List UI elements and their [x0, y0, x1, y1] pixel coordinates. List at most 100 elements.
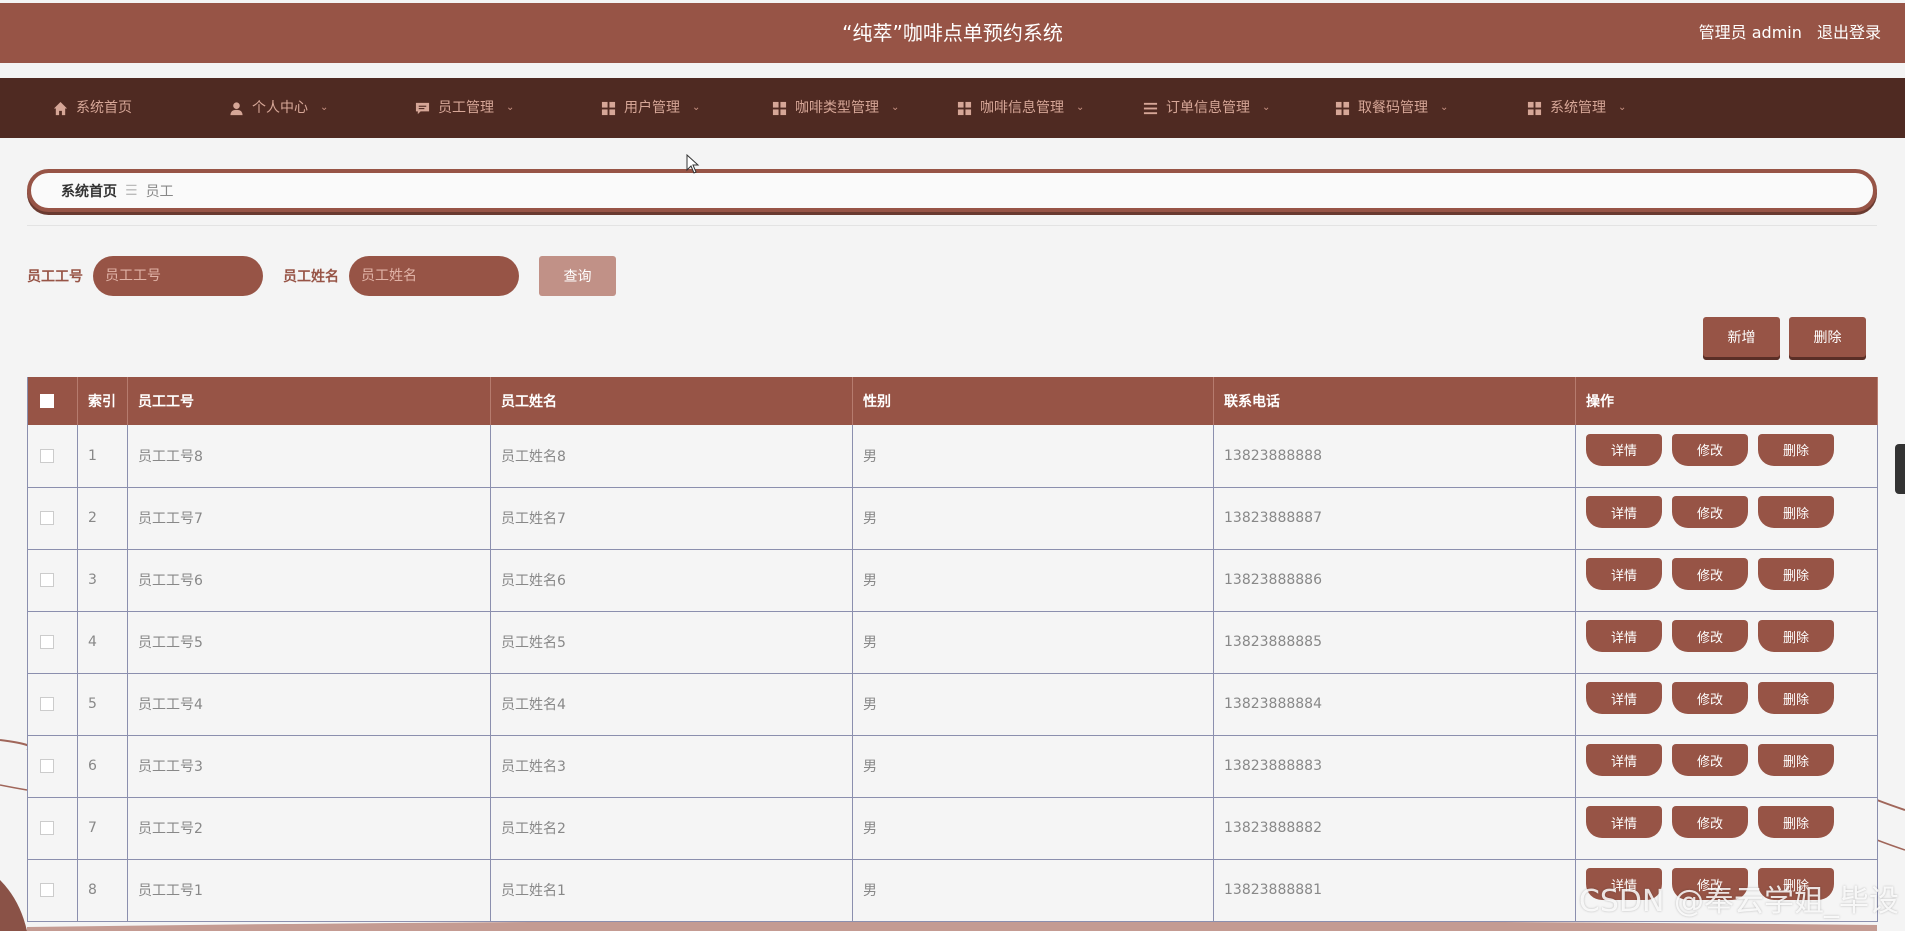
query-button[interactable]: 查询: [539, 256, 616, 296]
row-checkbox-cell: [27, 859, 78, 921]
edit-button[interactable]: 修改: [1672, 433, 1748, 466]
breadcrumb-home[interactable]: 系统首页: [61, 181, 117, 201]
row-phone: 13823888888: [1213, 425, 1576, 487]
list-icon: [1143, 102, 1158, 114]
row-delete-button[interactable]: 删除: [1758, 744, 1834, 776]
row-checkbox[interactable]: [40, 448, 54, 463]
row-phone: 13823888884: [1213, 673, 1576, 735]
app-title: “纯萃”咖啡点单预约系统: [842, 21, 1063, 45]
column-header: 联系电话: [1213, 377, 1576, 425]
row-delete-button[interactable]: 删除: [1758, 433, 1834, 466]
detail-button[interactable]: 详情: [1586, 806, 1662, 838]
row-delete-button[interactable]: 删除: [1758, 868, 1834, 900]
detail-button[interactable]: 详情: [1586, 558, 1662, 590]
row-staff-name: 员工姓名5: [490, 611, 853, 673]
row-delete-button[interactable]: 删除: [1758, 806, 1834, 838]
nav-item-home[interactable]: 系统首页: [53, 78, 132, 138]
row-checkbox-cell: [27, 735, 78, 797]
edit-button[interactable]: 修改: [1672, 620, 1748, 652]
home-icon: [53, 101, 68, 115]
edit-button[interactable]: 修改: [1672, 806, 1748, 838]
row-index: 7: [77, 797, 128, 859]
edit-button[interactable]: 修改: [1672, 682, 1748, 714]
column-header: 员工工号: [127, 377, 491, 425]
row-staff-id: 员工工号7: [127, 487, 491, 549]
nav-item-system[interactable]: 系统管理 ⌄: [1527, 78, 1626, 138]
row-gender: 男: [852, 611, 1214, 673]
detail-button[interactable]: 详情: [1586, 433, 1662, 466]
nav-item-personal[interactable]: 个人中心 ⌄: [229, 78, 328, 138]
table-row: 5 员工工号4 员工姓名4 男 13823888884 详情 修改 删除: [27, 673, 1878, 735]
chevron-down-icon: ⌄: [891, 102, 900, 113]
table-row: 6 员工工号3 员工姓名3 男 13823888883 详情 修改 删除: [27, 735, 1878, 797]
nav-item-pickup-codes[interactable]: 取餐码管理 ⌄: [1335, 78, 1448, 138]
nav-item-users[interactable]: 用户管理 ⌄: [601, 78, 700, 138]
column-header: 性别: [852, 377, 1214, 425]
logout-link[interactable]: 退出登录: [1817, 23, 1881, 42]
side-toggle-tab[interactable]: [1895, 444, 1905, 494]
table-row: 2 员工工号7 员工姓名7 男 13823888887 详情 修改 删除: [27, 487, 1878, 549]
row-index: 6: [77, 735, 128, 797]
row-checkbox[interactable]: [40, 759, 54, 773]
row-staff-id: 员工工号5: [127, 611, 491, 673]
row-actions: 详情 修改 删除: [1575, 859, 1878, 921]
detail-button[interactable]: 详情: [1586, 744, 1662, 776]
row-staff-name: 员工姓名8: [490, 425, 853, 487]
row-actions: 详情 修改 删除: [1575, 487, 1878, 549]
row-checkbox-cell: [27, 611, 78, 673]
column-header: 操作: [1575, 377, 1878, 425]
breadcrumb: 系统首页 ☰ 员工: [27, 169, 1877, 212]
row-gender: 男: [852, 425, 1214, 487]
app-header: “纯萃”咖啡点单预约系统 管理员 admin 退出登录: [0, 3, 1905, 63]
bulk-delete-button[interactable]: 删除: [1789, 317, 1866, 357]
row-actions: 详情 修改 删除: [1575, 425, 1878, 487]
table-row: 8 员工工号1 员工姓名1 男 13823888881 详情 修改 删除: [27, 859, 1878, 921]
row-index: 8: [77, 859, 128, 921]
row-checkbox[interactable]: [40, 573, 54, 587]
table-row: 1 员工工号8 员工姓名8 男 13823888888 详情 修改 删除: [27, 425, 1878, 487]
detail-button[interactable]: 详情: [1586, 620, 1662, 652]
row-checkbox[interactable]: [40, 697, 54, 711]
edit-button[interactable]: 修改: [1672, 744, 1748, 776]
row-staff-id: 员工工号6: [127, 549, 491, 611]
table-row: 3 员工工号6 员工姓名6 男 13823888886 详情 修改 删除: [27, 549, 1878, 611]
row-checkbox[interactable]: [40, 635, 54, 649]
row-delete-button[interactable]: 删除: [1758, 682, 1834, 714]
row-checkbox-cell: [27, 549, 78, 611]
edit-button[interactable]: 修改: [1672, 868, 1748, 900]
row-delete-button[interactable]: 删除: [1758, 496, 1834, 528]
edit-button[interactable]: 修改: [1672, 496, 1748, 528]
row-checkbox[interactable]: [40, 821, 54, 835]
staff-id-input[interactable]: [93, 256, 263, 296]
nav-item-staff[interactable]: 员工管理 ⌄: [415, 78, 514, 138]
row-gender: 男: [852, 487, 1214, 549]
edit-button[interactable]: 修改: [1672, 558, 1748, 590]
table-header-row: 索引 员工工号 员工姓名 性别 联系电话 操作: [27, 377, 1878, 425]
row-checkbox[interactable]: [40, 883, 54, 897]
row-delete-button[interactable]: 删除: [1758, 558, 1834, 590]
nav-item-coffee-types[interactable]: 咖啡类型管理 ⌄: [772, 78, 899, 138]
detail-button[interactable]: 详情: [1586, 496, 1662, 528]
detail-button[interactable]: 详情: [1586, 868, 1662, 900]
column-header: 索引: [77, 377, 128, 425]
detail-button[interactable]: 详情: [1586, 682, 1662, 714]
nav-item-coffee-info[interactable]: 咖啡信息管理 ⌄: [957, 78, 1084, 138]
staff-id-label: 员工工号: [27, 269, 83, 285]
nav-item-orders[interactable]: 订单信息管理 ⌄: [1143, 78, 1270, 138]
row-staff-name: 员工姓名6: [490, 549, 853, 611]
user-info: 管理员 admin 退出登录: [1689, 3, 1881, 63]
staff-name-input[interactable]: [349, 256, 519, 296]
breadcrumb-separator: ☰: [125, 182, 138, 199]
chevron-down-icon: ⌄: [1618, 102, 1627, 113]
add-button[interactable]: 新增: [1703, 317, 1780, 357]
row-index: 4: [77, 611, 128, 673]
row-actions: 详情 修改 删除: [1575, 797, 1878, 859]
chevron-down-icon: ⌄: [320, 102, 329, 113]
chevron-down-icon: ⌄: [506, 102, 515, 113]
row-index: 2: [77, 487, 128, 549]
select-all-checkbox[interactable]: [40, 394, 54, 408]
grid-icon: [1335, 101, 1350, 115]
row-delete-button[interactable]: 删除: [1758, 620, 1834, 652]
row-staff-id: 员工工号3: [127, 735, 491, 797]
row-checkbox[interactable]: [40, 511, 54, 525]
